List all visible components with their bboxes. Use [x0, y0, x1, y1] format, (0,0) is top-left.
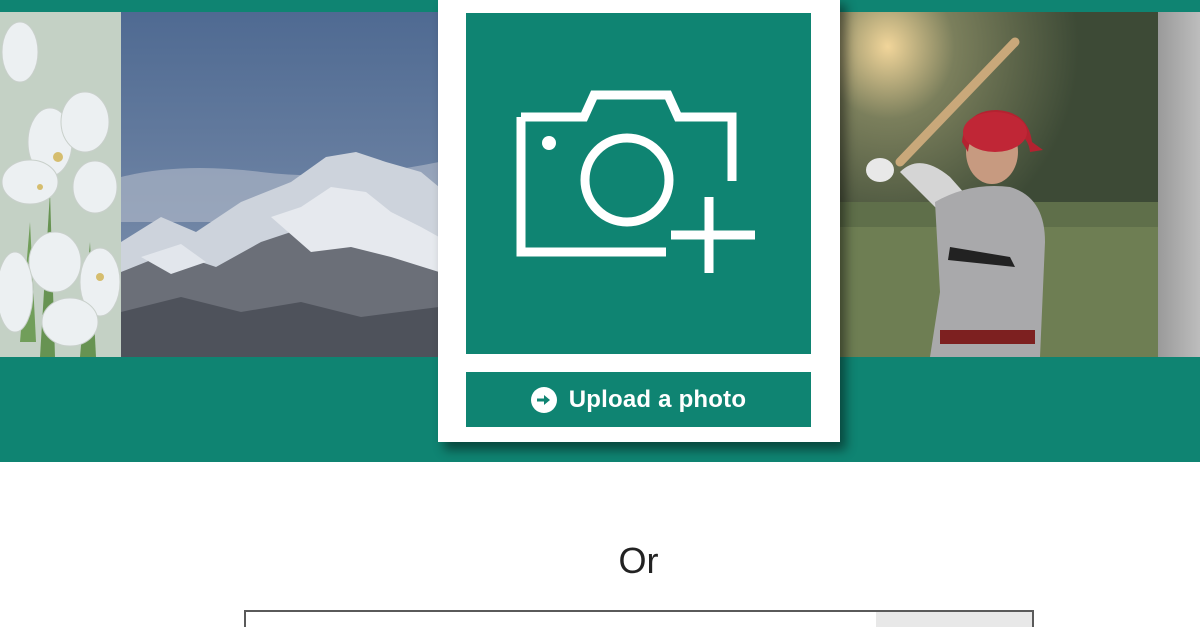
- sample-photo-partial[interactable]: [1158, 12, 1200, 357]
- upload-photo-label: Upload a photo: [568, 385, 747, 413]
- sample-photo-flowers[interactable]: [0, 12, 121, 357]
- baseball-image: [840, 12, 1158, 357]
- mountain-image: [121, 12, 439, 357]
- or-divider-text: Or: [618, 540, 659, 581]
- image-search-page: Upload a photo Or: [0, 0, 1200, 627]
- sample-photo-mountain[interactable]: [121, 12, 439, 357]
- image-url-form: [244, 610, 1034, 627]
- camera-plus-icon: [516, 90, 755, 273]
- flowers-image: [0, 12, 121, 357]
- upload-photo-button[interactable]: Upload a photo: [466, 372, 811, 427]
- arrow-right-circle-icon: [530, 386, 557, 413]
- sample-photo-baseball[interactable]: [840, 12, 1158, 357]
- url-submit-button[interactable]: [876, 612, 1032, 627]
- upload-card: Upload a photo: [438, 0, 840, 442]
- upload-drop-area[interactable]: [466, 13, 811, 354]
- image-url-input[interactable]: [246, 612, 876, 627]
